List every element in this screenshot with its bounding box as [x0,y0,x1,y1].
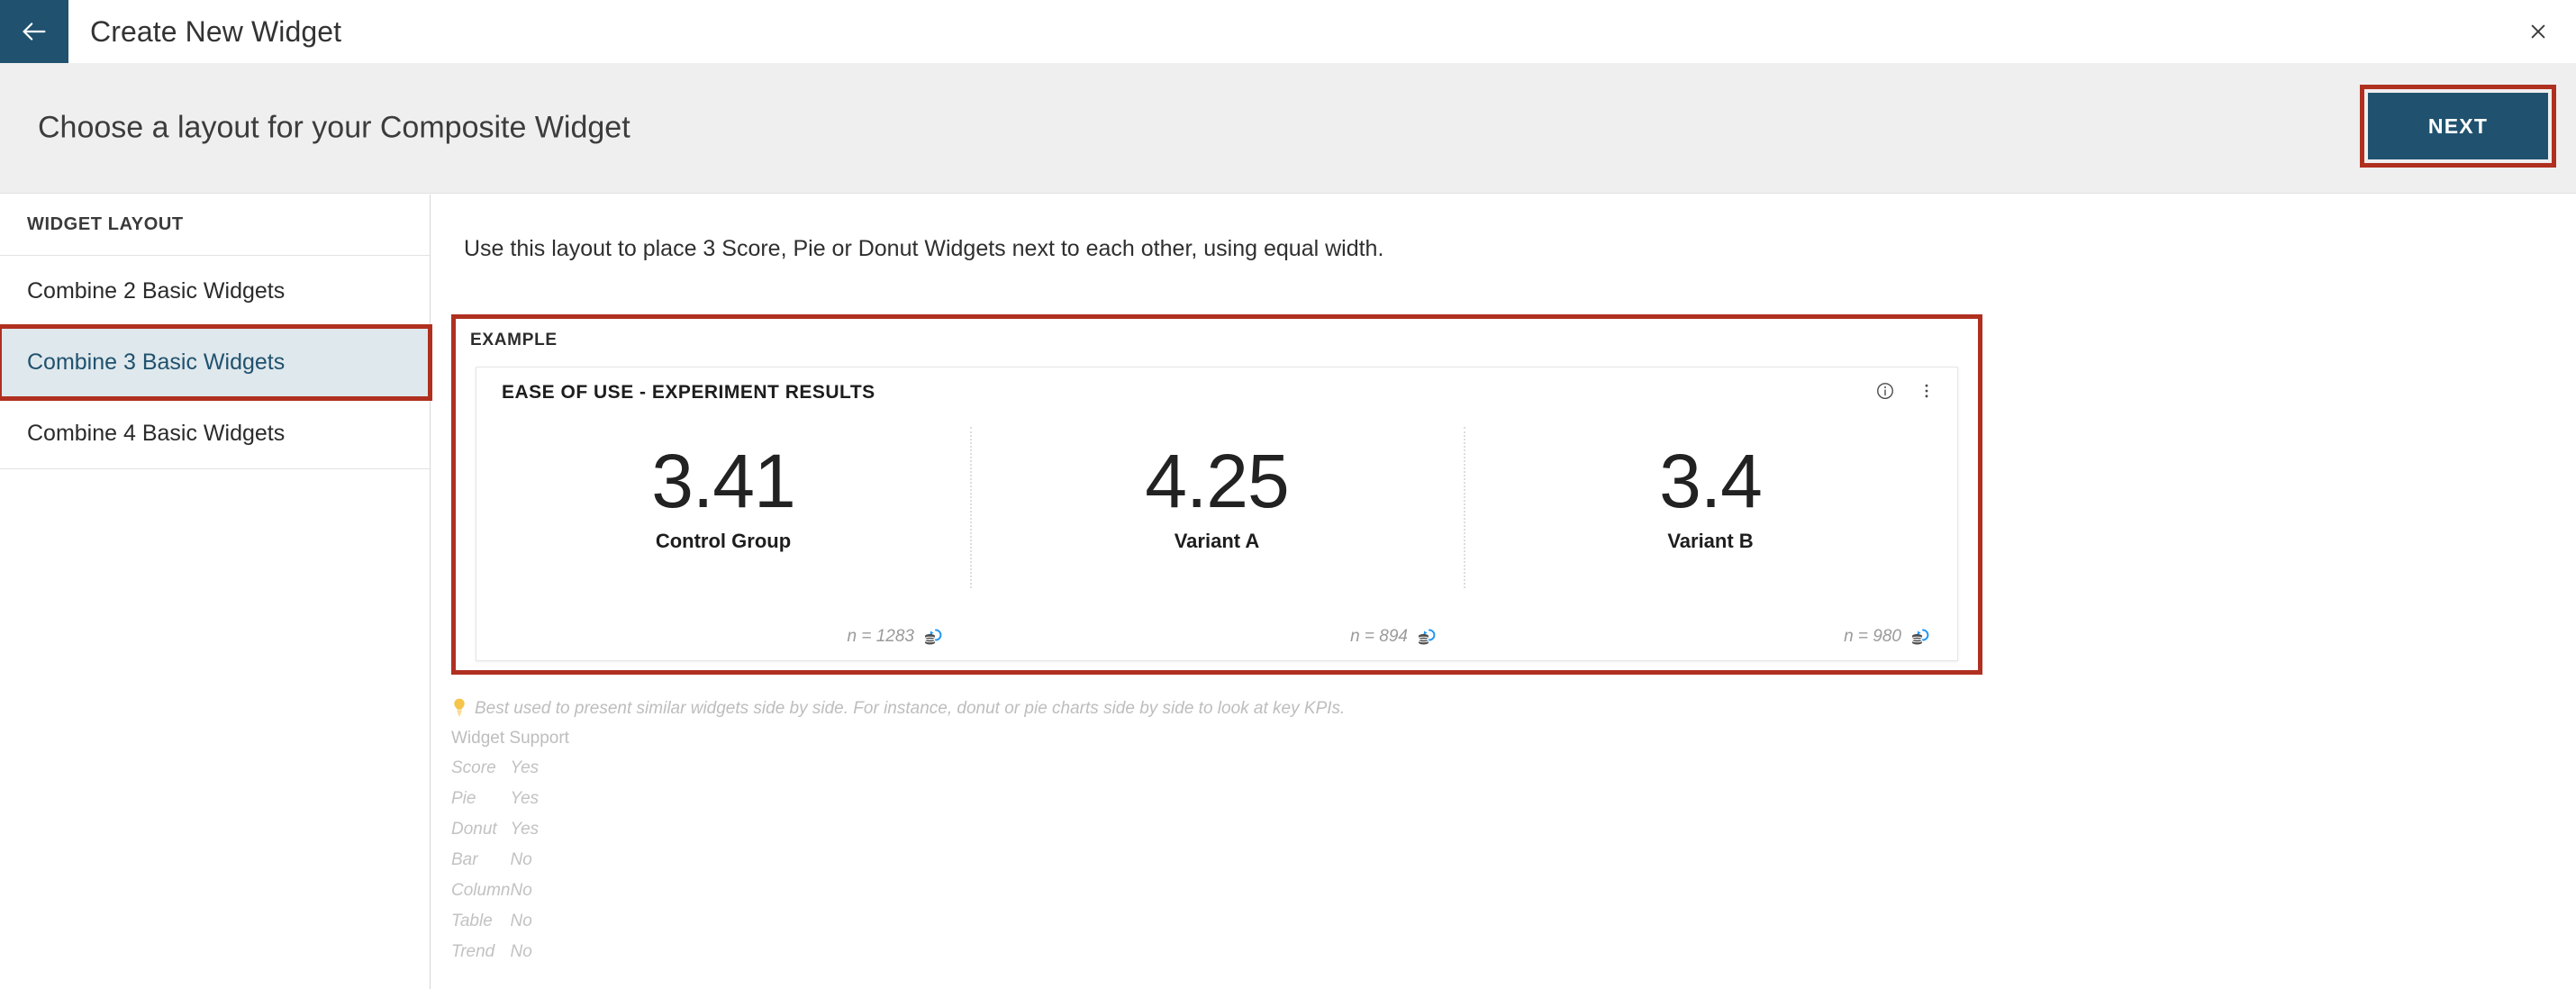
sample-size: n = 1283 [847,627,915,646]
score-panel: 4.25 Variant A n = 894 [970,418,1464,660]
support-widget-name: Donut [451,820,497,839]
support-widget-value: No [510,850,532,869]
best-used-tip: Best used to present similar widgets sid… [451,697,1712,719]
support-widget-value: Yes [510,820,540,839]
score-panel: 3.41 Control Group n = 1283 [476,418,970,660]
tip-text: Best used to present similar widgets sid… [475,699,1346,718]
support-widget-name: Pie [451,789,476,808]
sidebar-item-label: Combine 4 Basic Widgets [27,420,286,446]
lightbulb-icon [451,697,467,717]
tips-section: Best used to present similar widgets sid… [451,697,1712,974]
body-area: WIDGET LAYOUT Combine 2 Basic Widgets Co… [0,195,2576,989]
example-highlight-box: EXAMPLE EASE OF USE - EXPERIMENT RESULTS [451,314,1982,675]
page-title: Create New Widget [90,14,342,48]
sidebar-item-label: Combine 3 Basic Widgets [27,349,286,375]
support-widget-value: Yes [510,758,540,777]
sidebar-item-combine-2[interactable]: Combine 2 Basic Widgets [0,256,430,327]
score-value: 4.25 [1145,439,1289,523]
support-widget-name: Bar [451,850,478,869]
support-widget-name: Table [451,912,493,930]
database-refresh-icon[interactable] [1909,626,1930,648]
main-content: Use this layout to place 3 Score, Pie or… [431,195,2576,989]
support-widget-value: No [510,912,532,930]
table-row: Pie Yes [451,790,582,821]
widget-card-actions [1874,380,1937,402]
score-panel: 3.4 Variant B n = 980 [1464,418,1957,660]
sidebar-heading: WIDGET LAYOUT [0,195,430,256]
next-button-highlight: NEXT [2360,85,2556,168]
sample-size: n = 894 [1350,627,1408,646]
table-row: Column No [451,882,582,912]
support-widget-name: Score [451,758,496,777]
widget-support-title: Widget Support [451,729,569,748]
widget-support-table: Score Yes Pie Yes Donut Yes Bar No Colum… [451,759,582,974]
widget-card-title: EASE OF USE - EXPERIMENT RESULTS [502,382,875,403]
top-bar: Create New Widget [0,0,2576,63]
score-value: 3.4 [1659,439,1763,523]
sidebar-item-combine-4[interactable]: Combine 4 Basic Widgets [0,398,430,469]
table-row: Trend No [451,943,582,974]
table-row: Bar No [451,851,582,882]
support-widget-name: Trend [451,942,495,961]
next-button[interactable]: NEXT [2368,93,2548,159]
database-refresh-icon[interactable] [1415,626,1437,648]
support-widget-name: Column [451,881,511,900]
score-footer: n = 894 [1350,626,1437,648]
widget-card-header: EASE OF USE - EXPERIMENT RESULTS [476,367,1957,418]
score-value: 3.41 [651,439,795,523]
score-label: Variant A [1174,530,1260,553]
back-button[interactable] [0,0,68,63]
info-icon[interactable] [1874,380,1896,402]
database-refresh-icon[interactable] [921,626,943,648]
more-vertical-icon[interactable] [1916,380,1937,402]
score-label: Variant B [1667,530,1754,553]
sidebar-item-label: Combine 2 Basic Widgets [27,277,286,304]
subheader-title: Choose a layout for your Composite Widge… [38,110,630,145]
score-footer: n = 1283 [848,626,944,648]
score-footer: n = 980 [1844,626,1930,648]
table-row: Score Yes [451,759,582,790]
sample-size: n = 980 [1844,627,1901,646]
example-label: EXAMPLE [470,331,558,349]
example-widget-card[interactable]: EASE OF USE - EXPERIMENT RESULTS 3.41 Co… [476,367,1958,661]
table-row: Table No [451,912,582,943]
widget-layout-sidebar: WIDGET LAYOUT Combine 2 Basic Widgets Co… [0,195,432,989]
score-label: Control Group [655,530,792,553]
subheader-bar: Choose a layout for your Composite Widge… [0,63,2576,194]
sidebar-item-combine-3[interactable]: Combine 3 Basic Widgets [0,324,432,401]
arrow-left-icon [19,16,50,47]
support-widget-value: No [510,942,532,961]
layout-description: Use this layout to place 3 Score, Pie or… [464,236,1384,261]
table-row: Donut Yes [451,821,582,851]
support-widget-value: No [510,881,532,900]
close-icon [2528,22,2548,41]
support-widget-value: Yes [510,789,540,808]
close-button[interactable] [2520,14,2556,50]
score-panel-row: 3.41 Control Group n = 1283 4.25 Variant… [476,418,1957,660]
